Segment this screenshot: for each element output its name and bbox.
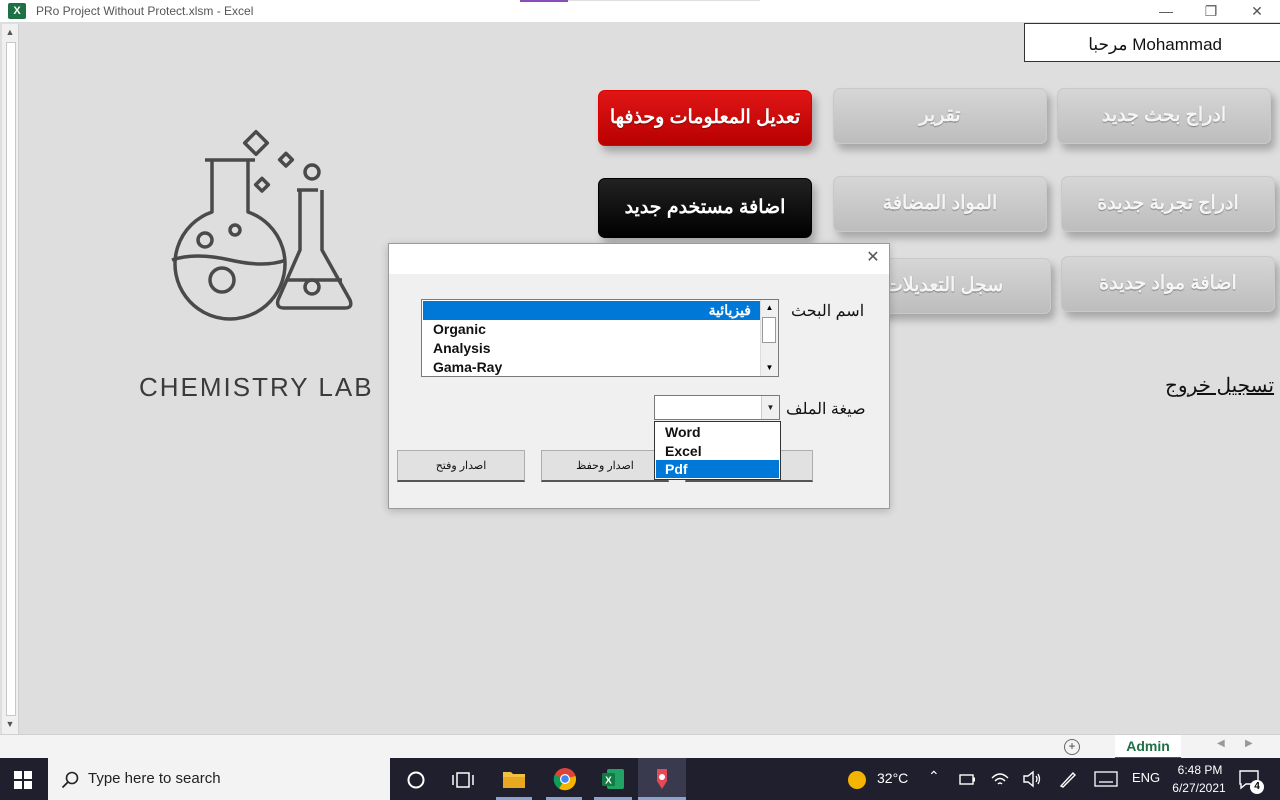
listbox-scroll-thumb[interactable] bbox=[762, 317, 776, 343]
list-scroll-up-icon[interactable]: ▲ bbox=[761, 300, 778, 316]
chevron-up-icon[interactable]: ⌃ bbox=[928, 768, 940, 785]
new-research-button[interactable]: ادراج بحث جديد bbox=[1057, 88, 1271, 144]
export-open-button[interactable]: اصدار وفتح bbox=[397, 450, 525, 482]
added-materials-button[interactable]: المواد المضافة bbox=[833, 176, 1047, 232]
format-dropdown-list[interactable]: Word Excel Pdf bbox=[654, 421, 781, 480]
scroll-up-icon[interactable]: ▲ bbox=[2, 24, 18, 40]
dropdown-option[interactable]: Pdf bbox=[656, 460, 779, 478]
title-divider bbox=[568, 0, 760, 1]
tab-scroll-right-icon[interactable]: ▶ bbox=[1245, 738, 1253, 749]
export-save-button[interactable]: اصدار وحفظ bbox=[541, 450, 669, 482]
welcome-text: مرحبا Mohammad bbox=[1088, 35, 1222, 54]
volume-icon[interactable] bbox=[1022, 770, 1042, 788]
listbox-scrollbar[interactable]: ▲ ▼ bbox=[760, 300, 778, 376]
clock-time[interactable]: 6:48 PM bbox=[1175, 763, 1225, 777]
chrome-icon[interactable] bbox=[553, 767, 577, 791]
windows-taskbar: Type here to search X 32°C ⌃ ENG 6:48 PM… bbox=[0, 758, 1280, 800]
windows-start-icon[interactable] bbox=[14, 771, 32, 789]
notification-count: 4 bbox=[1250, 780, 1264, 794]
cortana-icon[interactable] bbox=[406, 770, 426, 790]
pen-icon[interactable] bbox=[1058, 770, 1078, 788]
snipping-tool-icon bbox=[657, 769, 667, 789]
file-format-combobox[interactable]: ▼ bbox=[654, 395, 780, 420]
search-icon bbox=[61, 771, 79, 789]
battery-icon[interactable] bbox=[958, 771, 976, 787]
clock-date[interactable]: 6/27/2021 bbox=[1167, 781, 1231, 795]
sheet-tabs-bar: + Admin ◀ ▶ bbox=[0, 734, 1280, 759]
list-item[interactable]: فيزيائية bbox=[423, 301, 761, 320]
lab-label: CHEMISTRY LAB bbox=[139, 372, 374, 402]
dropdown-option[interactable]: Excel bbox=[656, 442, 779, 460]
window-title: PRo Project Without Protect.xlsm - Excel bbox=[36, 4, 254, 18]
close-button[interactable]: ✕ bbox=[1234, 0, 1280, 22]
export-dialog: ✕ اسم البحث فيزيائية Organic Analysis Ga… bbox=[388, 243, 890, 509]
weather-temp[interactable]: 32°C bbox=[877, 770, 908, 786]
list-scroll-down-icon[interactable]: ▼ bbox=[761, 360, 778, 376]
weather-sun-icon[interactable] bbox=[848, 771, 866, 789]
tab-scroll-left-icon[interactable]: ◀ bbox=[1217, 738, 1225, 749]
scroll-down-icon[interactable]: ▼ bbox=[2, 716, 18, 732]
keyboard-icon[interactable] bbox=[1094, 771, 1118, 787]
file-explorer-icon[interactable] bbox=[502, 768, 526, 790]
wifi-icon[interactable] bbox=[990, 770, 1010, 788]
task-view-icon[interactable] bbox=[452, 770, 474, 790]
add-user-button[interactable]: اضافة مستخدم جديد bbox=[598, 178, 812, 238]
svg-text:X: X bbox=[605, 776, 612, 787]
new-experiment-button[interactable]: ادراج تجربة جديدة bbox=[1061, 176, 1275, 232]
list-item[interactable]: Gama-Ray bbox=[423, 358, 761, 377]
language-indicator[interactable]: ENG bbox=[1132, 770, 1160, 785]
scroll-track[interactable] bbox=[6, 42, 16, 716]
title-accent bbox=[520, 0, 568, 2]
file-format-label: صيغة الملف bbox=[786, 401, 866, 418]
excel-icon: X bbox=[8, 3, 26, 19]
taskbar-search-box[interactable]: Type here to search bbox=[48, 758, 390, 800]
welcome-box: مرحبا Mohammad bbox=[1024, 23, 1280, 62]
restore-button[interactable]: ❐ bbox=[1188, 0, 1234, 22]
edit-delete-button[interactable]: تعديل المعلومات وحذفها bbox=[598, 90, 812, 146]
search-placeholder: Type here to search bbox=[88, 770, 221, 787]
dialog-header bbox=[389, 244, 889, 274]
chevron-down-icon[interactable]: ▼ bbox=[761, 396, 779, 419]
list-item[interactable]: Organic bbox=[423, 320, 761, 339]
minimize-button[interactable]: — bbox=[1143, 0, 1189, 22]
research-listbox[interactable]: فيزيائية Organic Analysis Gama-Ray ▲ ▼ bbox=[421, 299, 779, 377]
sheet-tab-admin[interactable]: Admin bbox=[1115, 735, 1181, 759]
logout-link[interactable]: تسجيل خروج bbox=[1165, 373, 1274, 398]
excel-taskbar-icon[interactable]: X bbox=[601, 767, 625, 791]
research-name-label: اسم البحث bbox=[791, 303, 865, 320]
vertical-scrollbar[interactable]: ▲ ▼ bbox=[2, 24, 19, 734]
title-bar: X PRo Project Without Protect.xlsm - Exc… bbox=[0, 0, 1280, 23]
add-sheet-icon[interactable]: + bbox=[1064, 739, 1080, 755]
report-button[interactable]: تقرير bbox=[833, 88, 1047, 144]
dialog-close-icon[interactable]: ✕ bbox=[863, 248, 883, 268]
chemistry-flask-icon bbox=[171, 129, 353, 321]
dropdown-option[interactable]: Word bbox=[656, 423, 779, 441]
list-item[interactable]: Analysis bbox=[423, 339, 761, 358]
active-app-highlight[interactable] bbox=[638, 758, 686, 800]
new-materials-button[interactable]: اضافة مواد جديدة bbox=[1061, 256, 1275, 312]
